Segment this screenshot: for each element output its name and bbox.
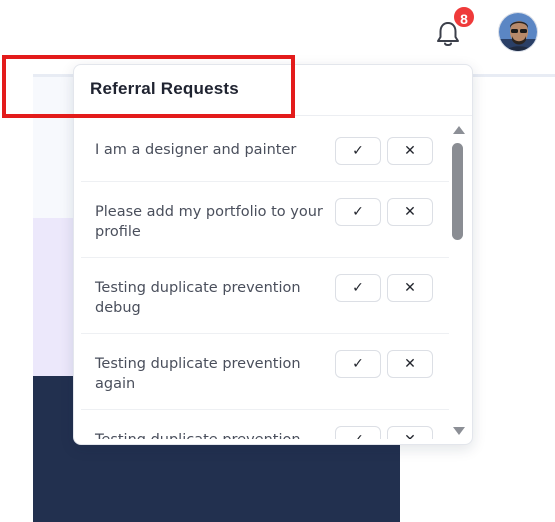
- reject-button[interactable]: ✕: [387, 426, 433, 439]
- request-text: Testing duplicate prevention again: [95, 356, 301, 392]
- reject-button[interactable]: ✕: [387, 198, 433, 226]
- check-icon: ✓: [352, 204, 364, 220]
- close-icon: ✕: [404, 432, 416, 439]
- request-item: I am a designer and painter ✓ ✕: [81, 117, 449, 182]
- reject-button[interactable]: ✕: [387, 350, 433, 378]
- scrollbar-thumb[interactable]: [452, 143, 463, 240]
- accept-button[interactable]: ✓: [335, 137, 381, 165]
- check-icon: ✓: [352, 432, 364, 439]
- close-icon: ✕: [404, 356, 416, 372]
- referral-requests-dropdown: Referral Requests I am a designer and pa…: [73, 64, 473, 445]
- scroll-down-arrow-icon[interactable]: [453, 427, 465, 435]
- request-list[interactable]: I am a designer and painter ✓ ✕ Please a…: [81, 117, 449, 439]
- annotation-highlight-box: [2, 55, 295, 118]
- reject-button[interactable]: ✕: [387, 137, 433, 165]
- request-text: Testing duplicate prevention: [95, 430, 327, 439]
- request-item: Please add my portfolio to your profile …: [81, 182, 449, 258]
- check-icon: ✓: [352, 280, 364, 296]
- request-text: Testing duplicate prevention debug: [95, 280, 301, 316]
- close-icon: ✕: [404, 280, 416, 296]
- check-icon: ✓: [352, 143, 364, 159]
- request-item: Testing duplicate prevention ✓ ✕: [81, 410, 449, 439]
- notification-count-badge: 8: [452, 5, 476, 29]
- request-text: I am a designer and painter: [95, 142, 297, 158]
- check-icon: ✓: [352, 356, 364, 372]
- close-icon: ✕: [404, 143, 416, 159]
- scroll-up-arrow-icon[interactable]: [453, 126, 465, 134]
- scrollbar[interactable]: [451, 125, 465, 437]
- close-icon: ✕: [404, 204, 416, 220]
- accept-button[interactable]: ✓: [335, 426, 381, 439]
- request-text: Please add my portfolio to your profile: [95, 204, 323, 240]
- request-item: Testing duplicate prevention debug ✓ ✕: [81, 258, 449, 334]
- request-item: Testing duplicate prevention again ✓ ✕: [81, 334, 449, 410]
- user-avatar[interactable]: [498, 12, 538, 52]
- accept-button[interactable]: ✓: [335, 350, 381, 378]
- reject-button[interactable]: ✕: [387, 274, 433, 302]
- accept-button[interactable]: ✓: [335, 198, 381, 226]
- accept-button[interactable]: ✓: [335, 274, 381, 302]
